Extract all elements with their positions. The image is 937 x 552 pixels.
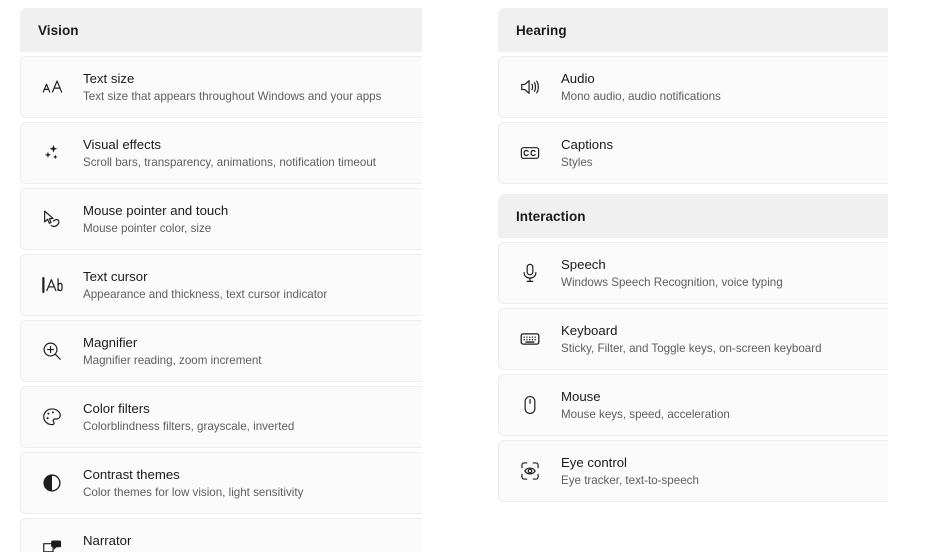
setting-row-color-filters[interactable]: Color filters Colorblindness filters, gr… [20,386,422,448]
setting-row-text: Keyboard Sticky, Filter, and Toggle keys… [561,323,832,356]
eye-control-icon [499,440,561,502]
setting-row-text: Audio Mono audio, audio notifications [561,71,731,104]
setting-title: Mouse [561,388,601,404]
setting-row-text: Captions Styles [561,137,623,170]
magnifier-icon [21,320,83,382]
setting-row-text: Eye control Eye tracker, text-to-speech [561,455,709,488]
setting-subtitle: Mouse pointer color, size [83,221,212,235]
speaker-icon [499,56,561,118]
setting-title: Narrator [83,532,132,548]
setting-row-text-size[interactable]: Text size Text size that appears through… [20,56,422,118]
setting-title: Speech [561,256,606,272]
setting-row-text: Magnifier Magnifier reading, zoom increm… [83,335,272,368]
closed-captions-icon [499,122,561,184]
text-size-icon [21,56,83,118]
setting-subtitle: Eye tracker, text-to-speech [561,473,699,487]
setting-row-text: Contrast themes Color themes for low vis… [83,467,313,500]
left-column: Vision Text size Text size that appears … [20,8,422,552]
setting-row-text: Visual effects Scroll bars, transparency… [83,137,386,170]
setting-row-text: Mouse Mouse keys, speed, acceleration [561,389,740,422]
microphone-icon [499,242,561,304]
setting-row-narrator[interactable]: Narrator Voice, verbosity, keyboard, bra… [20,518,422,552]
setting-subtitle: Scroll bars, transparency, animations, n… [83,155,376,169]
setting-subtitle: Colorblindness filters, grayscale, inver… [83,419,295,433]
contrast-icon [21,452,83,514]
setting-row-audio[interactable]: Audio Mono audio, audio notifications [498,56,888,118]
text-cursor-icon [21,254,83,316]
setting-row-text: Mouse pointer and touch Mouse pointer co… [83,203,238,236]
setting-row-text: Speech Windows Speech Recognition, voice… [561,257,793,290]
setting-subtitle: Styles [561,155,593,169]
setting-row-magnifier[interactable]: Magnifier Magnifier reading, zoom increm… [20,320,422,382]
setting-subtitle: Mouse keys, speed, acceleration [561,407,730,421]
left-column-track: Vision Text size Text size that appears … [20,8,422,552]
setting-title: Text size [83,70,135,86]
setting-row-text: Text cursor Appearance and thickness, te… [83,269,337,302]
section-title-interaction: Interaction [516,208,586,224]
setting-row-mouse-pointer-and-touch[interactable]: Mouse pointer and touch Mouse pointer co… [20,188,422,250]
setting-title: Magnifier [83,334,138,350]
accessibility-settings-page: Vision Text size Text size that appears … [0,0,937,552]
setting-row-speech[interactable]: Speech Windows Speech Recognition, voice… [498,242,888,304]
setting-title: Color filters [83,400,150,416]
setting-row-mouse[interactable]: Mouse Mouse keys, speed, acceleration [498,374,888,436]
setting-title: Mouse pointer and touch [83,202,229,218]
setting-row-text: Narrator Voice, verbosity, keyboard, bra… [83,533,265,552]
setting-subtitle: Appearance and thickness, text cursor in… [83,287,328,301]
section-header-hearing: Hearing [498,8,888,52]
setting-title: Text cursor [83,268,148,284]
narrator-icon [21,518,83,552]
sparkles-icon [21,122,83,184]
setting-title: Captions [561,136,614,152]
section-header-vision: Vision [20,8,422,52]
mouse-pointer-icon [21,188,83,250]
setting-row-text-cursor[interactable]: Text cursor Appearance and thickness, te… [20,254,422,316]
right-column-track: Hearing Audio Mono audio, audio notifica… [498,8,888,502]
mouse-icon [499,374,561,436]
section-title-vision: Vision [38,22,79,38]
setting-subtitle: Color themes for low vision, light sensi… [83,485,304,499]
setting-row-text: Color filters Colorblindness filters, gr… [83,401,304,434]
setting-subtitle: Text size that appears throughout Window… [83,89,382,103]
setting-subtitle: Mono audio, audio notifications [561,89,721,103]
setting-subtitle: Windows Speech Recognition, voice typing [561,275,783,289]
section-header-interaction: Interaction [498,194,888,238]
right-column: Hearing Audio Mono audio, audio notifica… [498,8,888,552]
setting-row-eye-control[interactable]: Eye control Eye tracker, text-to-speech [498,440,888,502]
setting-title: Audio [561,70,595,86]
setting-title: Contrast themes [83,466,180,482]
setting-title: Eye control [561,454,627,470]
setting-subtitle: Magnifier reading, zoom increment [83,353,262,367]
color-palette-icon [21,386,83,448]
keyboard-icon [499,308,561,370]
setting-row-contrast-themes[interactable]: Contrast themes Color themes for low vis… [20,452,422,514]
setting-subtitle: Sticky, Filter, and Toggle keys, on-scre… [561,341,822,355]
setting-title: Visual effects [83,136,161,152]
setting-row-visual-effects[interactable]: Visual effects Scroll bars, transparency… [20,122,422,184]
setting-row-text: Text size Text size that appears through… [83,71,391,104]
setting-row-keyboard[interactable]: Keyboard Sticky, Filter, and Toggle keys… [498,308,888,370]
setting-row-captions[interactable]: Captions Styles [498,122,888,184]
section-title-hearing: Hearing [516,22,567,38]
setting-title: Keyboard [561,322,618,338]
